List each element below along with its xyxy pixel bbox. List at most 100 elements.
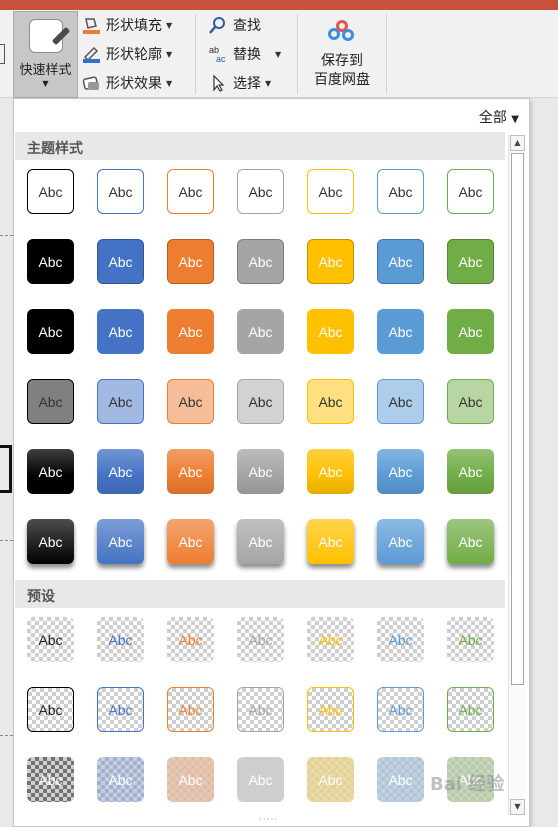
theme-style-swatch[interactable]: Abc [27, 169, 74, 214]
select-button[interactable]: 选择 ▼ [209, 72, 271, 94]
ribbon-separator [195, 14, 196, 94]
theme-style-swatch[interactable]: Abc [27, 449, 74, 494]
theme-style-swatch[interactable]: Abc [97, 239, 144, 284]
find-label: 查找 [233, 18, 261, 34]
theme-style-swatch[interactable]: Abc [447, 309, 494, 354]
caret-down-icon: ▼ [511, 114, 519, 125]
preset-style-swatch[interactable]: Abc [27, 687, 74, 732]
theme-style-swatch[interactable]: Abc [307, 239, 354, 284]
section-header-presets: 预设 [15, 580, 505, 608]
theme-style-swatch[interactable]: Abc [307, 519, 354, 564]
theme-style-swatch[interactable]: Abc [97, 519, 144, 564]
theme-style-swatch[interactable]: Abc [167, 169, 214, 214]
theme-style-swatch[interactable]: Abc [167, 309, 214, 354]
save-to-baidu-button[interactable]: 保存到 百度网盘 [303, 20, 381, 90]
paint-bucket-icon [82, 16, 100, 34]
theme-style-swatch[interactable]: Abc [377, 519, 424, 564]
theme-style-swatch[interactable]: Abc [307, 379, 354, 424]
theme-style-swatch[interactable]: Abc [307, 309, 354, 354]
preset-style-swatch[interactable]: Abc [237, 617, 284, 662]
theme-style-swatch[interactable]: Abc [237, 239, 284, 284]
replace-label: 替换 [233, 47, 261, 63]
theme-style-swatch[interactable]: Abc [447, 449, 494, 494]
shape-fill-label: 形状填充 [106, 18, 162, 34]
preset-style-swatch[interactable]: Abc [307, 687, 354, 732]
preset-style-swatch[interactable]: Abc [237, 757, 284, 802]
theme-style-swatch[interactable]: Abc [377, 449, 424, 494]
preset-style-swatch[interactable]: Abc [377, 687, 424, 732]
theme-style-swatch[interactable]: Abc [377, 309, 424, 354]
shape-effects-icon [82, 74, 100, 92]
gallery-scrollbar[interactable]: ▲ ▼ [508, 135, 525, 815]
ribbon-partial-control[interactable] [0, 44, 5, 64]
theme-style-swatch[interactable]: Abc [237, 309, 284, 354]
resize-grip-icon[interactable]: ····· [259, 815, 278, 825]
select-label: 选择 [233, 76, 261, 92]
preset-style-swatch[interactable]: Abc [377, 757, 424, 802]
theme-style-swatch[interactable]: Abc [377, 239, 424, 284]
theme-style-swatch[interactable]: Abc [377, 379, 424, 424]
save-to-baidu-label-line2: 百度网盘 [314, 72, 370, 88]
theme-style-swatch[interactable]: Abc [97, 379, 144, 424]
theme-style-swatch[interactable]: Abc [27, 239, 74, 284]
preset-style-swatch[interactable]: Abc [167, 757, 214, 802]
theme-style-swatch[interactable]: Abc [27, 379, 74, 424]
preset-style-swatch[interactable]: Abc [97, 617, 144, 662]
theme-style-swatch[interactable]: Abc [27, 309, 74, 354]
theme-style-swatch[interactable]: Abc [447, 169, 494, 214]
preset-style-swatch[interactable]: Abc [447, 617, 494, 662]
theme-style-swatch[interactable]: Abc [167, 379, 214, 424]
scroll-down-arrow-icon[interactable]: ▼ [510, 799, 525, 815]
theme-style-swatch[interactable]: Abc [447, 519, 494, 564]
shape-effects-button[interactable]: 形状效果 ▼ [82, 72, 172, 94]
chevron-down-icon: ▼ [166, 78, 173, 88]
theme-style-swatch[interactable]: Abc [97, 309, 144, 354]
find-button[interactable]: 查找 [209, 14, 261, 36]
theme-style-swatch[interactable]: Abc [97, 169, 144, 214]
scrollbar-thumb[interactable] [511, 153, 524, 685]
theme-style-swatch[interactable]: Abc [237, 379, 284, 424]
slide-guide-line [0, 735, 13, 736]
preset-style-swatch[interactable]: Abc [307, 757, 354, 802]
shape-outline-button[interactable]: 形状轮廓 ▼ [82, 43, 172, 65]
preset-style-swatch[interactable]: Abc [97, 687, 144, 732]
theme-style-swatch[interactable]: Abc [447, 239, 494, 284]
quick-styles-button[interactable]: 快速样式 ▼ [13, 11, 78, 98]
filter-label: 全部 [478, 110, 507, 126]
theme-style-swatch[interactable]: Abc [307, 169, 354, 214]
preset-style-swatch[interactable]: Abc [237, 687, 284, 732]
theme-style-swatch[interactable]: Abc [237, 169, 284, 214]
chevron-down-icon: ▼ [166, 20, 173, 30]
slide-guide-line [0, 235, 13, 236]
theme-style-swatch[interactable]: Abc [167, 519, 214, 564]
theme-style-swatch[interactable]: Abc [167, 239, 214, 284]
preset-style-swatch[interactable]: Abc [27, 617, 74, 662]
theme-style-swatch[interactable]: Abc [377, 169, 424, 214]
preset-style-swatch[interactable]: Abc [377, 617, 424, 662]
slide-shape-edge [0, 445, 12, 493]
ribbon-separator [386, 14, 387, 94]
theme-style-swatch[interactable]: Abc [27, 519, 74, 564]
theme-style-swatch[interactable]: Abc [237, 519, 284, 564]
search-icon [209, 16, 227, 34]
filter-dropdown[interactable]: 全部 ▼ [479, 107, 519, 127]
shape-fill-button[interactable]: 形状填充 ▼ [82, 14, 172, 36]
ribbon-separator [297, 14, 298, 94]
preset-style-swatch[interactable]: Abc [167, 687, 214, 732]
preset-style-swatch[interactable]: Abc [307, 617, 354, 662]
theme-style-swatch[interactable]: Abc [237, 449, 284, 494]
theme-style-swatch[interactable]: Abc [447, 379, 494, 424]
svg-text:ac: ac [216, 54, 226, 63]
preset-style-swatch[interactable]: Abc [167, 617, 214, 662]
preset-style-swatch[interactable]: Abc [447, 687, 494, 732]
replace-button[interactable]: ab ac 替换 ▼ [209, 43, 281, 65]
preset-style-swatch[interactable]: Abc [27, 757, 74, 802]
theme-style-swatch[interactable]: Abc [97, 449, 144, 494]
cursor-arrow-icon [209, 74, 227, 92]
scroll-up-arrow-icon[interactable]: ▲ [510, 135, 525, 151]
theme-style-swatch[interactable]: Abc [307, 449, 354, 494]
chevron-down-icon: ▼ [166, 49, 173, 59]
preset-style-swatch[interactable]: Abc [97, 757, 144, 802]
theme-style-swatch[interactable]: Abc [167, 449, 214, 494]
chevron-down-icon: ▼ [265, 78, 272, 88]
